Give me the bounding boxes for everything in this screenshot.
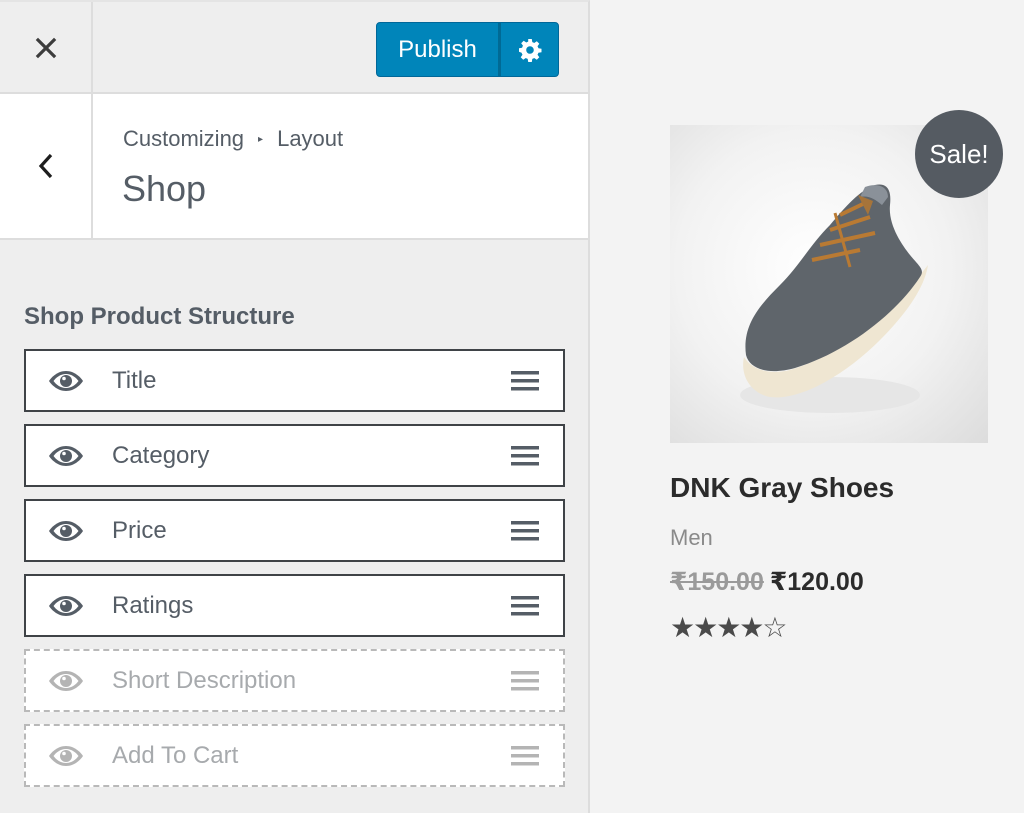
chevron-left-icon	[38, 153, 52, 179]
drag-handle-icon[interactable]	[511, 745, 539, 766]
sortable-list: Title Category Price Ratings Short Descr	[24, 349, 565, 799]
eye-icon[interactable]	[48, 520, 84, 542]
eye-icon[interactable]	[48, 745, 84, 767]
eye-icon[interactable]	[48, 370, 84, 392]
sortable-item-short-description[interactable]: Short Description	[24, 649, 565, 712]
breadcrumb-item-customizing: Customizing	[123, 126, 245, 151]
eye-icon[interactable]	[48, 595, 84, 617]
control-title: Shop Product Structure	[24, 303, 295, 330]
product-category: Men	[670, 525, 713, 550]
publish-settings-button[interactable]	[501, 23, 558, 76]
drag-handle-icon[interactable]	[511, 595, 539, 616]
star-empty-icon: ☆	[762, 612, 787, 643]
star-rating: ★★★★☆	[670, 611, 788, 644]
breadcrumb-separator-icon: ▸	[258, 133, 264, 145]
regular-price: ₹150.00	[670, 568, 764, 596]
breadcrumb-item-layout: Layout	[277, 126, 344, 151]
item-label: Ratings	[112, 591, 194, 619]
item-label: Category	[112, 441, 210, 469]
customizer-header: Publish	[0, 2, 588, 94]
gear-icon	[518, 38, 541, 62]
sortable-item-ratings[interactable]: Ratings	[24, 574, 565, 637]
section-header: Customizing ▸ Layout Shop	[0, 94, 588, 240]
publish-button[interactable]: Publish	[377, 23, 501, 76]
breadcrumb: Customizing ▸ Layout	[123, 126, 343, 152]
item-label: Title	[112, 366, 157, 394]
sortable-item-category[interactable]: Category	[24, 424, 565, 487]
back-button[interactable]	[0, 94, 93, 238]
close-button[interactable]	[0, 2, 93, 94]
product-price: ₹150.00 ₹120.00	[670, 567, 864, 597]
eye-icon[interactable]	[48, 445, 84, 467]
sortable-item-price[interactable]: Price	[24, 499, 565, 562]
drag-handle-icon[interactable]	[511, 370, 539, 391]
item-label: Add To Cart	[112, 741, 239, 769]
star-filled-icon: ★★★★	[670, 612, 764, 643]
close-icon	[35, 37, 56, 59]
product-title[interactable]: DNK Gray Shoes	[670, 472, 894, 504]
customizer: Publish Customizing ▸ Layout Shop Shop P…	[0, 0, 1024, 813]
drag-handle-icon[interactable]	[511, 670, 539, 691]
customizer-sidebar: Publish Customizing ▸ Layout Shop Shop P…	[0, 0, 590, 813]
site-preview: Sale! DNK Gray Shoes Men ₹150.00 ₹120.00 …	[592, 0, 1024, 813]
sale-badge: Sale!	[915, 110, 1003, 198]
drag-handle-icon[interactable]	[511, 445, 539, 466]
item-label: Price	[112, 516, 167, 544]
item-label: Short Description	[112, 666, 297, 694]
eye-icon[interactable]	[48, 670, 84, 692]
publish-button-group: Publish	[376, 22, 559, 77]
section-title: Shop	[122, 168, 207, 209]
drag-handle-icon[interactable]	[511, 520, 539, 541]
sale-price: ₹120.00	[769, 568, 864, 596]
sortable-item-add-to-cart[interactable]: Add To Cart	[24, 724, 565, 787]
sortable-item-title[interactable]: Title	[24, 349, 565, 412]
